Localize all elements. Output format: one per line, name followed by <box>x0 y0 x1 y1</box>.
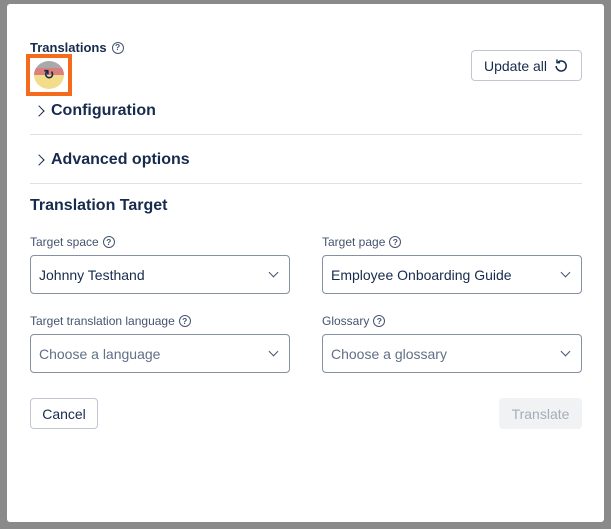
target-space-label-row: Target space ? <box>30 235 115 249</box>
cancel-button[interactable]: Cancel <box>30 398 98 429</box>
glossary-select[interactable]: Choose a glossary <box>322 334 582 373</box>
translations-title: Translations <box>30 40 107 55</box>
target-page-value: Employee Onboarding Guide <box>331 266 512 283</box>
update-all-button[interactable]: Update all <box>471 50 582 81</box>
target-page-select[interactable]: Employee Onboarding Guide <box>322 255 582 294</box>
glossary-label-row: Glossary ? <box>322 314 386 328</box>
help-icon[interactable]: ? <box>389 236 402 248</box>
advanced-options-label: Advanced options <box>51 151 190 168</box>
chevron-down-icon <box>560 346 571 357</box>
help-icon[interactable]: ? <box>102 236 115 248</box>
configuration-label: Configuration <box>51 102 156 119</box>
chevron-down-icon <box>268 346 279 357</box>
divider <box>30 134 582 135</box>
target-language-label: Target translation language <box>30 314 175 328</box>
flag-highlight[interactable]: ↻ <box>26 54 72 96</box>
target-space-value: Johnny Testhand <box>39 266 145 283</box>
translations-header: Translations ? <box>30 40 124 55</box>
translate-button[interactable]: Translate <box>499 398 582 429</box>
translation-modal: Translations ? ↻ Update all Configuratio… <box>7 4 604 522</box>
divider <box>30 183 582 184</box>
chevron-down-icon <box>268 267 279 278</box>
chevron-right-icon <box>33 105 45 117</box>
translate-label: Translate <box>511 405 570 422</box>
help-icon[interactable]: ? <box>178 315 191 327</box>
update-all-label: Update all <box>483 57 548 74</box>
target-page-label: Target page <box>322 235 386 249</box>
target-language-placeholder: Choose a language <box>39 345 161 362</box>
refresh-icon: ↻ <box>43 67 55 82</box>
glossary-placeholder: Choose a glossary <box>331 345 447 362</box>
target-language-label-row: Target translation language ? <box>30 314 191 328</box>
chevron-right-icon <box>33 154 45 166</box>
refresh-icon <box>555 59 567 72</box>
chevron-down-icon <box>560 267 571 278</box>
cancel-label: Cancel <box>42 405 86 422</box>
target-space-label: Target space <box>30 235 99 249</box>
target-page-label-row: Target page ? <box>322 235 402 249</box>
target-space-select[interactable]: Johnny Testhand <box>30 255 290 294</box>
help-icon[interactable]: ? <box>111 41 124 54</box>
translation-target-heading: Translation Target <box>30 197 168 214</box>
target-language-select[interactable]: Choose a language <box>30 334 290 373</box>
advanced-options-section[interactable]: Advanced options <box>33 151 190 169</box>
help-icon[interactable]: ? <box>373 315 386 327</box>
glossary-label: Glossary <box>322 314 370 328</box>
configuration-section[interactable]: Configuration <box>33 102 156 120</box>
language-flag-icon[interactable]: ↻ <box>34 61 64 89</box>
